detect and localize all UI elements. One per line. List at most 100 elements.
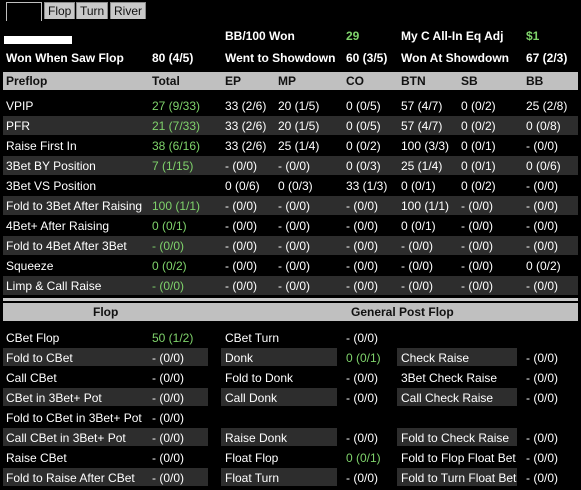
preflop-cell: - (0/0) — [152, 239, 185, 253]
wwsf-label: Won When Saw Flop — [6, 51, 124, 65]
preflop-cell: 27 (9/33) — [152, 99, 201, 113]
preflop-col-header-0: Preflop — [6, 74, 48, 88]
preflop-cell: - (0/0) — [346, 219, 379, 233]
preflop-cell: 0 (0/2) — [346, 139, 381, 153]
preflop-cell: - (0/0) — [278, 279, 311, 293]
preflop-cell: 100 (3/3) — [401, 139, 450, 153]
preflop-cell: 0 (0/2) — [461, 99, 496, 113]
postflop-stat-value: - (0/0) — [346, 391, 379, 405]
preflop-stat-label: Fold to 3Bet After Raising — [6, 199, 143, 213]
preflop-cell: 0 (0/5) — [346, 119, 381, 133]
preflop-cell: 33 (1/3) — [346, 179, 388, 193]
tab-overview[interactable] — [6, 2, 42, 21]
wtsd-label: Went to Showdown — [225, 51, 336, 65]
preflop-col-header-4: CO — [346, 74, 364, 88]
postflop-stat-value: - (0/0) — [346, 471, 379, 485]
preflop-stat-label: VPIP — [6, 99, 34, 113]
postflop-stat-value: - (0/0) — [526, 351, 559, 365]
preflop-cell: - (0/0) — [346, 259, 379, 273]
postflop-stat-value: - (0/0) — [526, 431, 559, 445]
preflop-cell: - (0/0) — [225, 239, 258, 253]
preflop-stat-label: 3Bet BY Position — [6, 159, 96, 173]
preflop-cell: - (0/0) — [278, 239, 311, 253]
preflop-col-header-1: Total — [152, 74, 180, 88]
tab-river[interactable]: River — [110, 2, 147, 19]
bb100-value: 29 — [346, 29, 360, 43]
preflop-cell: 0 (0/5) — [346, 99, 381, 113]
preflop-cell: 0 (0/6) — [225, 179, 260, 193]
general-postflop-header: General Post Flop — [351, 305, 454, 319]
preflop-stat-label: Limp & Call Raise — [6, 279, 102, 293]
preflop-col-header-5: BTN — [401, 74, 426, 88]
preflop-cell: 33 (2/6) — [225, 99, 267, 113]
postflop-stat-label: Float Turn — [225, 471, 280, 485]
preflop-cell: 0 (0/3) — [346, 159, 381, 173]
preflop-cell: 57 (4/7) — [401, 119, 443, 133]
preflop-cell: 20 (1/5) — [278, 99, 320, 113]
postflop-stat-value: 0 (0/1) — [346, 351, 381, 365]
preflop-cell: - (0/0) — [225, 159, 258, 173]
preflop-cell: - (0/0) — [526, 139, 559, 153]
preflop-cell: 0 (0/1) — [401, 219, 436, 233]
preflop-cell: 100 (1/1) — [152, 199, 201, 213]
postflop-stat-label: Fold to Flop Float Bet — [401, 451, 516, 465]
postflop-stat-label: Fold to Raise After CBet — [6, 471, 135, 485]
postflop-stat-label: Donk — [225, 351, 254, 365]
postflop-stat-label: CBet Turn — [225, 331, 280, 345]
allin-eq-label: My C All-In Eq Adj — [401, 29, 504, 43]
preflop-cell: 7 (1/15) — [152, 159, 194, 173]
preflop-cell: - (0/0) — [152, 279, 185, 293]
postflop-stat-value: - (0/0) — [152, 391, 185, 405]
wtsd-value: 60 (3/5) — [346, 51, 388, 65]
redacted-player-name — [4, 36, 72, 44]
postflop-stat-label: Call CBet — [6, 371, 57, 385]
postflop-stat-value: - (0/0) — [526, 391, 559, 405]
preflop-cell: 0 (0/2) — [461, 179, 496, 193]
preflop-col-header-7: BB — [526, 74, 544, 88]
preflop-cell: 25 (1/4) — [401, 159, 443, 173]
preflop-cell: - (0/0) — [346, 199, 379, 213]
preflop-cell: - (0/0) — [225, 279, 258, 293]
preflop-cell: - (0/0) — [461, 259, 494, 273]
preflop-cell: 0 (0/8) — [526, 119, 561, 133]
postflop-stat-label: Raise CBet — [6, 451, 67, 465]
tab-flop[interactable]: Flop — [44, 2, 76, 19]
preflop-cell: - (0/0) — [526, 199, 559, 213]
postflop-stat-label: Fold to Turn Float Bet — [401, 471, 517, 485]
preflop-cell: 0 (0/2) — [461, 119, 496, 133]
preflop-cell: - (0/0) — [225, 259, 258, 273]
preflop-cell: 100 (1/1) — [401, 199, 450, 213]
preflop-cell: - (0/0) — [278, 159, 311, 173]
preflop-cell: 0 (0/3) — [278, 179, 313, 193]
postflop-stat-value: - (0/0) — [152, 451, 185, 465]
preflop-cell: 0 (0/2) — [152, 259, 187, 273]
preflop-cell: - (0/0) — [278, 199, 311, 213]
flop-header: Flop — [93, 305, 119, 319]
postflop-stat-value: - (0/0) — [152, 371, 185, 385]
preflop-stat-label: Squeeze — [6, 259, 54, 273]
preflop-cell: 0 (0/6) — [526, 159, 561, 173]
postflop-stat-value: - (0/0) — [152, 411, 185, 425]
preflop-cell: - (0/0) — [225, 199, 258, 213]
preflop-cell: 25 (1/4) — [278, 139, 320, 153]
preflop-cell: - (0/0) — [526, 279, 559, 293]
preflop-stat-label: Fold to 4Bet After 3Bet — [6, 239, 127, 253]
wwsf-value: 80 (4/5) — [152, 51, 194, 65]
postflop-stat-label: CBet in 3Bet+ Pot — [6, 391, 102, 405]
postflop-stat-label: Check Raise — [401, 351, 470, 365]
preflop-col-header-6: SB — [461, 74, 478, 88]
preflop-cell: - (0/0) — [401, 259, 434, 273]
preflop-cell: - (0/0) — [461, 199, 494, 213]
preflop-cell: 33 (2/6) — [225, 119, 267, 133]
postflop-stat-label: Fold to CBet — [6, 351, 73, 365]
postflop-header-bar — [3, 303, 578, 321]
postflop-stat-label: Fold to Donk — [225, 371, 294, 385]
tab-turn[interactable]: Turn — [76, 2, 109, 19]
postflop-stat-value: - (0/0) — [346, 331, 379, 345]
preflop-cell: 0 (0/2) — [526, 259, 561, 273]
postflop-stat-label: Raise Donk — [225, 431, 288, 445]
preflop-cell: - (0/0) — [346, 279, 379, 293]
postflop-stat-label: Call CBet in 3Bet+ Pot — [6, 431, 126, 445]
wsd-label: Won At Showdown — [401, 51, 509, 65]
postflop-stat-value: - (0/0) — [152, 431, 185, 445]
